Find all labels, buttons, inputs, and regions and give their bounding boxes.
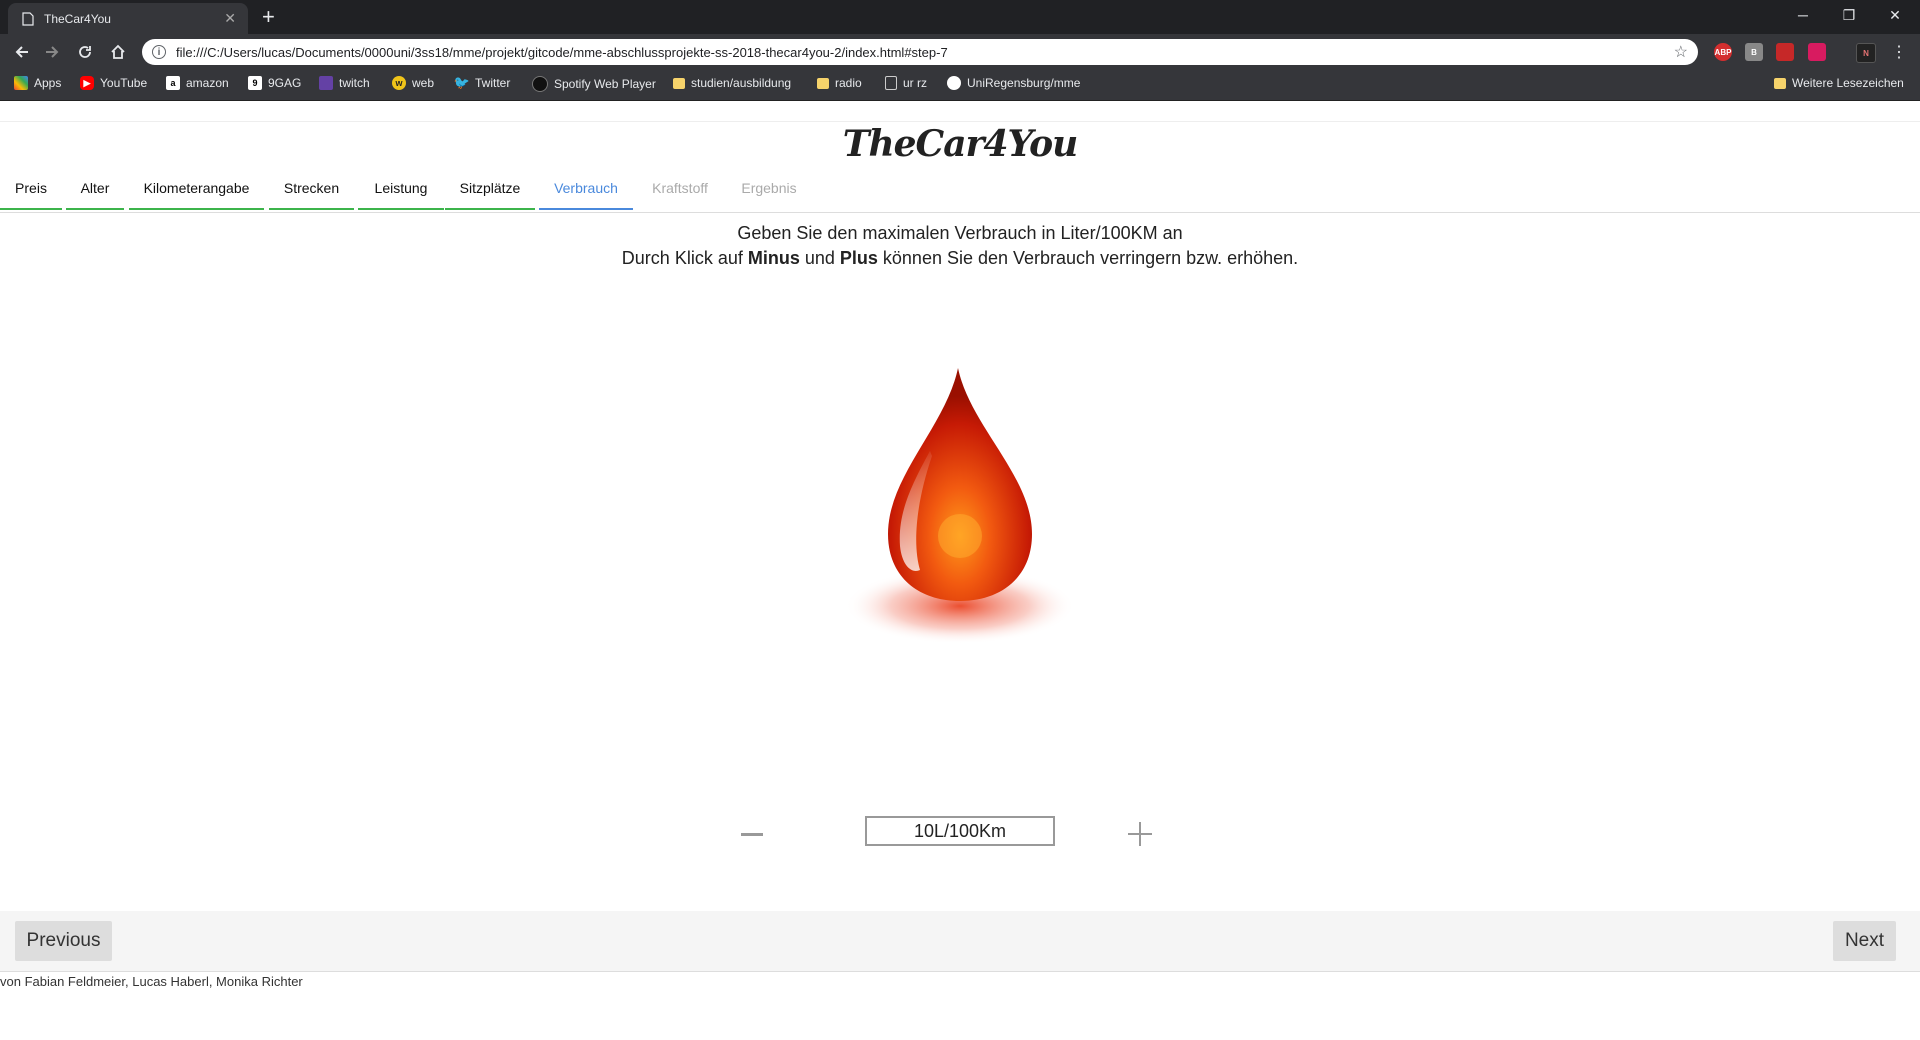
minus-button[interactable]	[741, 833, 763, 836]
close-tab-icon[interactable]: ✕	[224, 10, 236, 27]
reload-button[interactable]	[71, 38, 99, 66]
bookmark-ur-rz[interactable]: ur rz	[885, 76, 927, 90]
address-bar[interactable]: i file:///C:/Users/lucas/Documents/0000u…	[142, 39, 1698, 65]
plus-keyword: Plus	[839, 248, 878, 268]
instruction-line-1: Geben Sie den maximalen Verbrauch in Lit…	[737, 223, 1183, 243]
spotify-icon	[532, 76, 548, 92]
restore-button[interactable]: ❐	[1826, 0, 1872, 30]
mail-extension-icon[interactable]	[1776, 43, 1794, 61]
step-tab-strecken[interactable]: Strecken	[269, 167, 354, 210]
previous-button[interactable]: Previous	[15, 921, 112, 961]
instruction-line-2: Durch Klick auf Minus und Plus können Si…	[621, 248, 1299, 268]
youtube-icon: ▶	[80, 76, 94, 90]
new-tab-button[interactable]: +	[262, 5, 275, 29]
browser-tab-strip: TheCar4You ✕ + ─ ❐ ✕	[0, 0, 1920, 34]
tab-title: TheCar4You	[44, 11, 111, 26]
adblock-extension-icon[interactable]: ABP	[1714, 43, 1732, 61]
folder-icon	[817, 77, 829, 89]
home-icon	[111, 44, 125, 59]
bookmark-twitch[interactable]: twitch	[319, 76, 370, 90]
folder-icon	[1774, 77, 1786, 89]
step-tab-kraftstoff: Kraftstoff	[652, 179, 708, 196]
plus-button[interactable]	[1128, 822, 1152, 846]
minus-keyword: Minus	[747, 248, 800, 268]
browser-tab[interactable]: TheCar4You ✕	[8, 3, 248, 34]
step-tab-leistung[interactable]: Leistung	[358, 167, 444, 210]
b-extension-icon[interactable]: B	[1745, 43, 1763, 61]
footer-credits: von Fabian Feldmeier, Lucas Haberl, Moni…	[0, 974, 303, 989]
home-button[interactable]	[104, 38, 132, 66]
bookmark-apps[interactable]: Apps	[14, 76, 61, 90]
fuel-drop-icon	[845, 368, 1075, 644]
twitter-icon: 🐦	[453, 75, 471, 90]
back-button[interactable]	[8, 38, 36, 66]
bookmark-youtube[interactable]: ▶ YouTube	[80, 76, 147, 90]
close-window-button[interactable]: ✕	[1872, 0, 1918, 30]
back-arrow-icon	[15, 46, 28, 58]
bookmark-other-folder[interactable]: Weitere Lesezeichen	[1774, 76, 1904, 90]
bookmark-9gag[interactable]: 9 9GAG	[248, 76, 301, 90]
menu-icon[interactable]: ⋮	[1885, 38, 1913, 66]
twitch-icon	[319, 76, 333, 90]
bookmark-spotify[interactable]: Spotify Web Player	[532, 76, 656, 92]
brand-logo: TheCar4You	[842, 123, 1079, 165]
m-extension-icon[interactable]	[1808, 43, 1826, 61]
9gag-icon: 9	[248, 76, 262, 90]
forward-arrow-icon	[46, 46, 59, 58]
step-navigation: Preis Alter Kilometerangabe Strecken Lei…	[0, 167, 1920, 213]
consumption-value: 10L/100Km	[865, 816, 1055, 846]
bookmarks-bar: Apps ▶ YouTube a amazon 9 9GAG twitch w web …	[0, 70, 1920, 101]
page-content: TheCar4You Preis Alter Kilometerangabe S…	[0, 101, 1920, 1040]
folder-icon	[673, 77, 685, 89]
bookmark-twitter[interactable]: 🐦 Twitter	[453, 75, 510, 90]
github-icon	[947, 76, 961, 90]
profile-avatar[interactable]: N	[1856, 43, 1876, 63]
browser-toolbar: i file:///C:/Users/lucas/Documents/0000u…	[0, 34, 1920, 70]
step-tab-verbrauch[interactable]: Verbrauch	[539, 167, 633, 210]
step-tab-sitzplaetze[interactable]: Sitzplätze	[445, 167, 535, 210]
page-icon	[885, 76, 897, 90]
value-controls: 10L/100Km	[0, 814, 1920, 854]
divider	[0, 121, 1920, 122]
forward-button[interactable]	[38, 38, 66, 66]
step-tab-preis[interactable]: Preis	[0, 167, 62, 210]
bookmark-folder-radio[interactable]: radio	[817, 76, 862, 90]
amazon-icon: a	[166, 76, 180, 90]
bookmark-star-icon[interactable]: ☆	[1674, 42, 1688, 62]
next-button[interactable]: Next	[1833, 921, 1896, 961]
bookmark-web[interactable]: w web	[392, 76, 434, 90]
info-icon[interactable]: i	[152, 45, 166, 59]
bookmark-uniregensburg[interactable]: UniRegensburg/mme	[947, 76, 1080, 90]
apps-grid-icon	[14, 76, 28, 90]
url-text[interactable]: file:///C:/Users/lucas/Documents/0000uni…	[176, 45, 1674, 60]
reload-icon	[79, 46, 91, 58]
plus-icon-vertical	[1139, 822, 1141, 846]
step-tab-kilometerangabe[interactable]: Kilometerangabe	[129, 167, 264, 210]
wizard-action-bar: Previous Next	[0, 911, 1920, 972]
bookmark-amazon[interactable]: a amazon	[166, 76, 229, 90]
step-tab-alter[interactable]: Alter	[66, 167, 124, 210]
minimize-button[interactable]: ─	[1780, 0, 1826, 30]
step-tab-ergebnis: Ergebnis	[741, 179, 797, 196]
web-icon: w	[392, 76, 406, 90]
bookmark-folder-studien[interactable]: studien/ausbildung	[673, 76, 791, 90]
document-icon	[22, 11, 34, 26]
